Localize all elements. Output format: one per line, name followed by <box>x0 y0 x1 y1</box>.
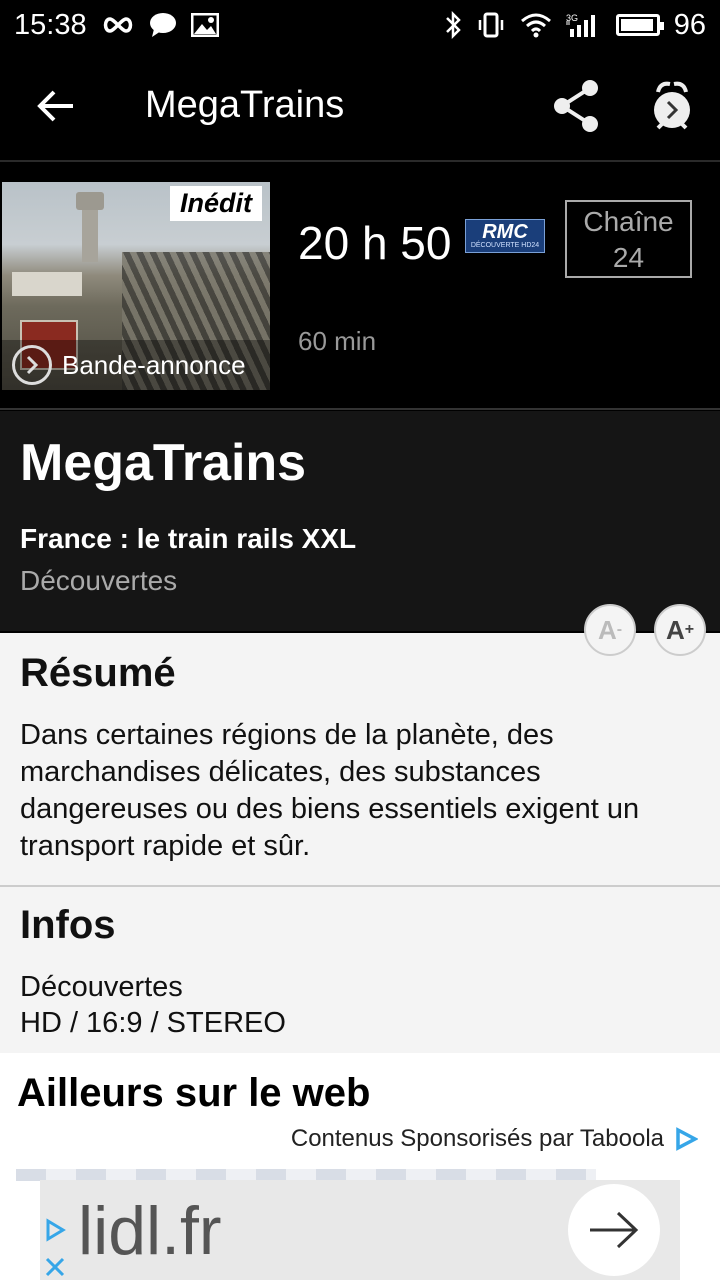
bluetooth-icon <box>444 11 462 39</box>
program-details: MegaTrains France : le train rails XXL D… <box>0 411 720 631</box>
infos-genre: Découvertes <box>20 971 183 1003</box>
ad-domain: lidl.fr <box>78 1193 222 1269</box>
sponsor-label: Contenus Sponsorisés par Taboola <box>290 1125 664 1152</box>
taboola-sponsor-link[interactable]: Contenus Sponsorisés par Taboola <box>291 1125 698 1153</box>
signal-3g-icon: 3G <box>566 11 602 39</box>
ad-choices[interactable] <box>42 1218 68 1278</box>
increase-font-label: A <box>665 614 685 645</box>
program-title: MegaTrains <box>20 434 307 492</box>
channel-logo-main: RMC <box>482 221 528 243</box>
play-chevron-icon <box>12 345 52 385</box>
thumbnail-water-tower <box>76 192 104 262</box>
channel-logo: RMC DÉCOUVERTE HD24 <box>465 219 545 253</box>
battery-icon <box>615 14 664 36</box>
arrow-right-icon <box>590 1211 639 1249</box>
channel-number-box[interactable]: Chaîne 24 <box>565 200 692 278</box>
decrease-font-label: A <box>597 614 617 645</box>
infinity-icon <box>101 15 135 35</box>
content-area: Résumé Dans certaines régions de la plan… <box>0 633 720 1053</box>
new-badge: Inédit <box>170 186 262 221</box>
web-heading: Ailleurs sur le web <box>17 1071 371 1115</box>
vibrate-icon <box>476 11 506 39</box>
resume-heading: Résumé <box>20 651 176 695</box>
battery-percent: 96 <box>673 8 706 41</box>
alarm-clock-icon <box>654 81 690 130</box>
infos-format: HD / 16:9 / STEREO <box>20 1007 286 1039</box>
chat-bubble-icon <box>149 12 177 38</box>
share-icon <box>554 80 598 132</box>
ad-go-button[interactable] <box>568 1184 660 1276</box>
decrease-font-button[interactable]: A- <box>584 604 636 656</box>
broadcast-time: 20 h 50 <box>298 217 452 269</box>
adchoices-icon <box>46 1218 66 1242</box>
channel-logo-sub: DÉCOUVERTE HD24 <box>470 242 540 249</box>
resume-text: Dans certaines régions de la planète, de… <box>20 719 640 862</box>
trailer-button[interactable]: Bande-annonce <box>2 340 270 390</box>
status-time: 15:38 <box>14 8 87 41</box>
increase-font-button[interactable]: A + <box>654 604 706 656</box>
episode-title: France : le train rails XXL <box>20 523 357 554</box>
program-thumbnail[interactable]: Inédit Bande-annonce <box>2 182 270 390</box>
close-ad-icon[interactable] <box>44 1256 66 1278</box>
back-button[interactable] <box>30 80 82 132</box>
ad-banner[interactable]: lidl.fr <box>40 1180 680 1280</box>
share-button[interactable] <box>548 78 604 134</box>
reminder-button[interactable] <box>644 78 700 134</box>
section-divider <box>0 885 720 887</box>
program-header: Inédit Bande-annonce 20 h 50 RMC DÉCOUVE… <box>0 164 720 410</box>
program-genre: Découvertes <box>20 565 178 596</box>
status-bar: 15:38 3G 96 <box>0 0 720 50</box>
infos-heading: Infos <box>20 903 116 947</box>
taboola-icon <box>676 1127 698 1151</box>
svg-text:3G: 3G <box>566 13 578 23</box>
app-title: MegaTrains <box>145 84 345 126</box>
channel-number: 24 <box>612 242 645 273</box>
back-arrow-icon <box>37 90 73 122</box>
thumbnail-shed <box>12 272 82 296</box>
app-bar: MegaTrains <box>0 50 720 162</box>
trailer-label: Bande-annonce <box>62 349 246 380</box>
wifi-icon <box>520 12 552 38</box>
program-duration: 60 min <box>298 326 377 356</box>
image-icon <box>190 13 219 37</box>
channel-label: Chaîne <box>583 206 674 237</box>
